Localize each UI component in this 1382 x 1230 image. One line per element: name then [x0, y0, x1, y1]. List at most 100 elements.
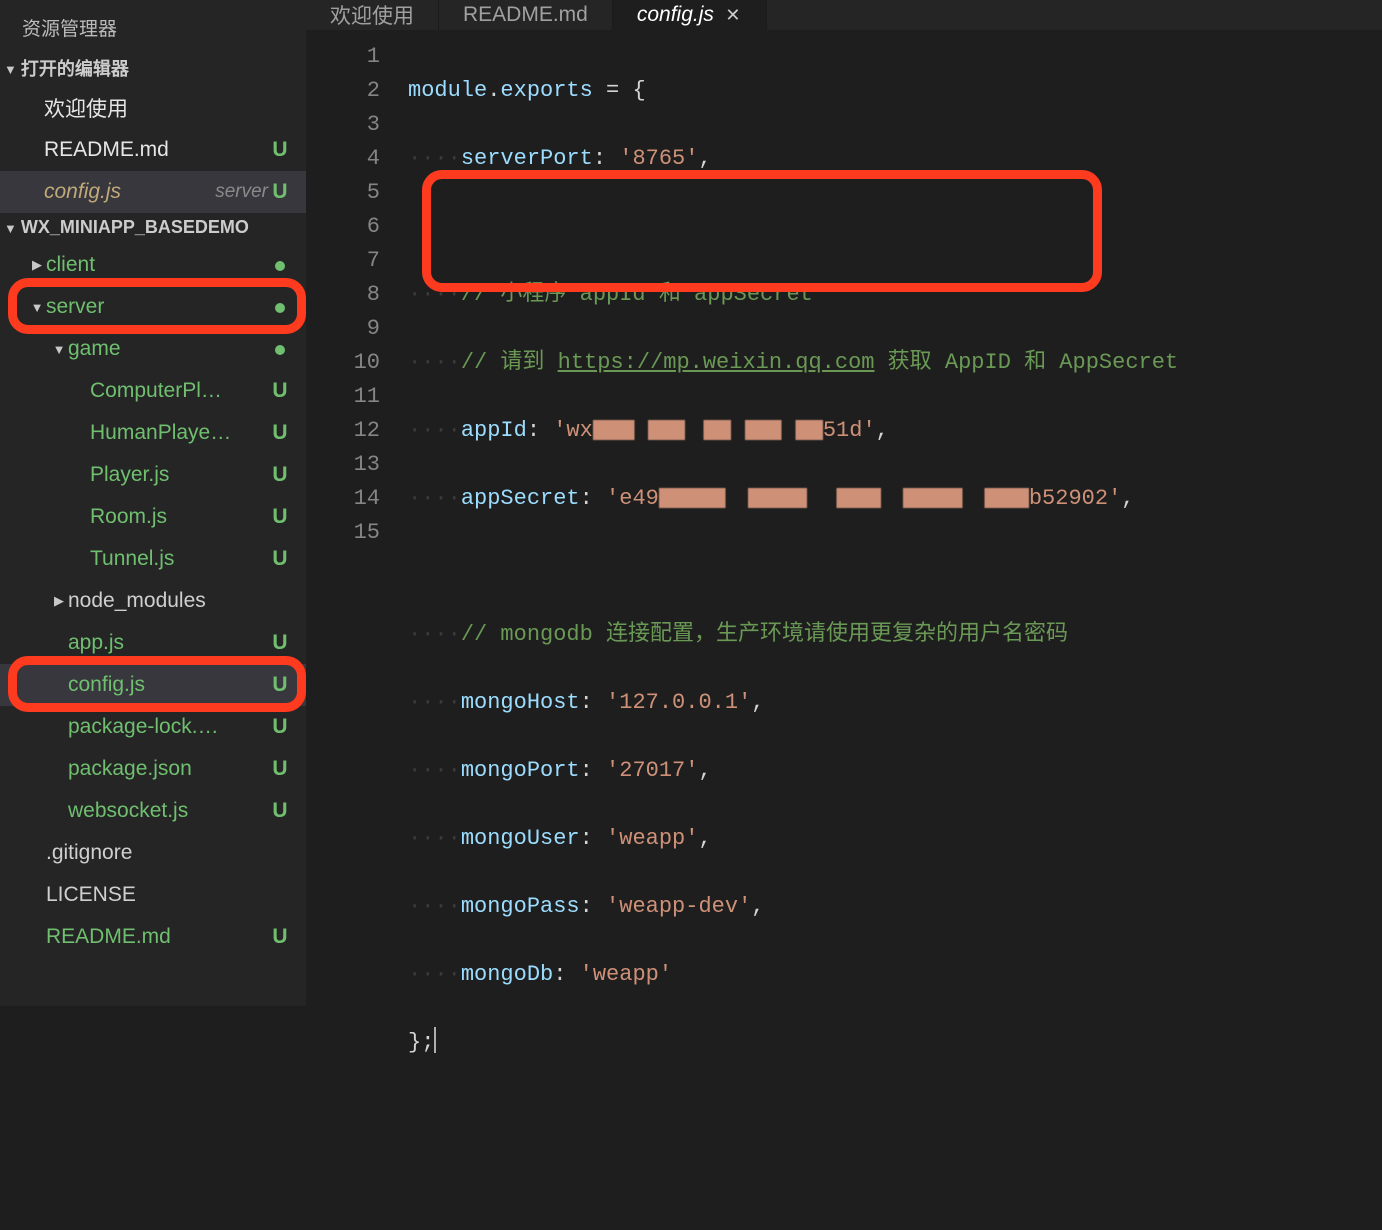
- line-number: 7: [306, 244, 380, 278]
- open-editor-item[interactable]: config.jsserverU: [0, 171, 306, 213]
- line-number: 14: [306, 482, 380, 516]
- file-tree-item[interactable]: client: [0, 244, 306, 286]
- file-tree-item[interactable]: HumanPlaye…U: [0, 412, 306, 454]
- file-tree-label: game: [68, 337, 268, 361]
- file-tree-item[interactable]: .gitignore: [0, 832, 306, 874]
- open-editor-item[interactable]: README.mdU: [0, 129, 306, 171]
- vcs-status: [268, 337, 292, 361]
- chevron-down-icon: [28, 300, 46, 315]
- file-tree-label: Room.js: [90, 505, 268, 529]
- file-tree-label: Tunnel.js: [90, 547, 268, 571]
- line-number: 12: [306, 414, 380, 448]
- line-number: 3: [306, 108, 380, 142]
- file-tree-label: client: [46, 253, 268, 277]
- file-tree-label: node_modules: [68, 589, 268, 613]
- editor-area: 欢迎使用README.mdconfig.js✕ 1234567891011121…: [306, 0, 1382, 1006]
- vcs-status: U: [268, 505, 292, 529]
- token: mongoUser: [461, 826, 580, 851]
- code-content[interactable]: module.exports = { ····serverPort: '8765…: [408, 40, 1382, 1230]
- vcs-status: U: [268, 547, 292, 571]
- file-tree-label: config.js: [68, 673, 268, 697]
- token: 'weapp-dev': [606, 894, 751, 919]
- redacted-appsecret: [659, 488, 1029, 508]
- file-tree-item[interactable]: README.mdU: [0, 916, 306, 958]
- token: 'wx: [553, 418, 593, 443]
- line-number: 11: [306, 380, 380, 414]
- file-tree-label: package-lock.…: [68, 715, 268, 739]
- chevron-down-icon: [50, 342, 68, 357]
- vcs-status: U: [268, 757, 292, 781]
- chevron-right-icon: [28, 257, 46, 273]
- line-number: 8: [306, 278, 380, 312]
- vcs-status: [268, 253, 292, 277]
- open-editors-list: 欢迎使用 README.mdU config.js serverU: [0, 87, 306, 213]
- editor-tab[interactable]: config.js✕: [613, 0, 767, 30]
- tab-label: README.md: [463, 3, 588, 27]
- file-tree: clientservergameComputerPl…UHumanPlaye…U…: [0, 244, 306, 958]
- chevron-right-icon: [50, 593, 68, 609]
- file-tree-label: Player.js: [90, 463, 268, 487]
- open-editor-sublabel: server: [215, 181, 268, 203]
- file-tree-label: package.json: [68, 757, 268, 781]
- line-number: 1: [306, 40, 380, 74]
- line-number: 4: [306, 142, 380, 176]
- file-tree-item[interactable]: LICENSE: [0, 874, 306, 916]
- token: mongoDb: [461, 962, 553, 987]
- comment: // 小程序 appId 和 appSecret: [461, 282, 813, 307]
- open-editor-label: README.md: [44, 138, 268, 162]
- comment: // 请到: [461, 350, 558, 375]
- token: module: [408, 78, 487, 103]
- file-tree-item[interactable]: server: [0, 286, 306, 328]
- token: 'weapp': [580, 962, 672, 987]
- vcs-status: U: [268, 673, 292, 697]
- file-tree-item[interactable]: package-lock.…U: [0, 706, 306, 748]
- file-tree-item[interactable]: config.jsU: [0, 664, 306, 706]
- vcs-status: U: [268, 463, 292, 487]
- line-number: 9: [306, 312, 380, 346]
- token: mongoPass: [461, 894, 580, 919]
- comment: 获取 AppID 和 AppSecret: [874, 350, 1178, 375]
- file-tree-item[interactable]: ComputerPl…U: [0, 370, 306, 412]
- explorer-title: 资源管理器: [0, 0, 306, 51]
- close-icon[interactable]: ✕: [724, 5, 742, 26]
- token: 'weapp': [606, 826, 698, 851]
- vcs-status: [268, 295, 292, 319]
- file-tree-item[interactable]: package.jsonU: [0, 748, 306, 790]
- file-tree-item[interactable]: game: [0, 328, 306, 370]
- vcs-status: U: [268, 925, 292, 949]
- redacted-appid: [593, 420, 823, 440]
- file-tree-label: websocket.js: [68, 799, 268, 823]
- cursor: [434, 1027, 436, 1053]
- vcs-status: U: [268, 631, 292, 655]
- file-tree-item[interactable]: Tunnel.jsU: [0, 538, 306, 580]
- token: b52902': [1029, 486, 1121, 511]
- file-tree-label: HumanPlaye…: [90, 421, 268, 445]
- comment-url: https://mp.weixin.qq.com: [558, 350, 875, 375]
- token: 'e49: [606, 486, 659, 511]
- token: };: [408, 1030, 434, 1055]
- open-editor-item[interactable]: 欢迎使用: [0, 87, 306, 129]
- code-area[interactable]: 123456789101112131415 module.exports = {…: [306, 30, 1382, 1230]
- token: mongoPort: [461, 758, 580, 783]
- line-gutter: 123456789101112131415: [306, 40, 408, 1230]
- open-editors-header[interactable]: 打开的编辑器: [0, 51, 306, 87]
- token: = {: [593, 78, 646, 103]
- editor-tab[interactable]: README.md: [439, 0, 613, 30]
- open-editor-label: config.js: [44, 180, 209, 204]
- token: '27017': [606, 758, 698, 783]
- file-tree-item[interactable]: app.jsU: [0, 622, 306, 664]
- line-number: 10: [306, 346, 380, 380]
- vcs-status: U: [268, 379, 292, 403]
- open-editor-label: 欢迎使用: [44, 93, 268, 123]
- file-tree-item[interactable]: Room.jsU: [0, 496, 306, 538]
- file-tree-item[interactable]: node_modules: [0, 580, 306, 622]
- vcs-status: U: [268, 715, 292, 739]
- token: 51d': [823, 418, 876, 443]
- line-number: 5: [306, 176, 380, 210]
- editor-tab[interactable]: 欢迎使用: [306, 0, 439, 30]
- vcs-status: U: [268, 138, 292, 162]
- project-header[interactable]: WX_MINIAPP_BASEDEMO: [0, 213, 306, 244]
- file-tree-item[interactable]: websocket.jsU: [0, 790, 306, 832]
- file-tree-label: ComputerPl…: [90, 379, 268, 403]
- file-tree-item[interactable]: Player.jsU: [0, 454, 306, 496]
